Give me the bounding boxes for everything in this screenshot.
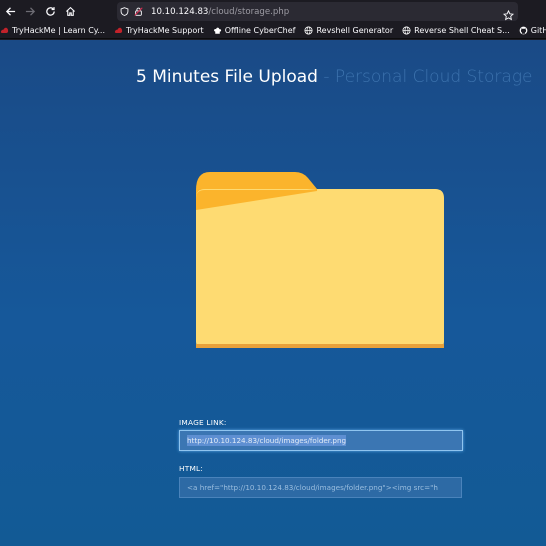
reload-icon <box>45 7 55 16</box>
page-title: 5 Minutes File Upload - Personal Cloud S… <box>136 67 532 87</box>
html-label: HTML: <box>179 464 204 473</box>
folder-bottom-edge <box>196 344 444 348</box>
url-text[interactable]: 10.10.124.83/cloud/storage.php <box>151 7 289 17</box>
github-icon <box>519 26 528 35</box>
image-link-value: http://10.10.124.83/cloud/images/folder.… <box>187 435 347 446</box>
insecure-lock-icon[interactable] <box>131 2 145 21</box>
bookmark-label: Reverse Shell Cheat S... <box>414 26 510 35</box>
bookmark-offline-cyberchef[interactable]: Offline CyberChef <box>213 26 296 35</box>
chef-hat-icon <box>213 26 222 35</box>
image-link-label: IMAGE LINK: <box>179 418 227 427</box>
reload-button[interactable] <box>40 0 60 23</box>
bookmark-label: TryHackMe | Learn Cy... <box>12 26 105 35</box>
home-button[interactable] <box>60 0 80 23</box>
url-path: /cloud/storage.php <box>208 6 290 17</box>
title-main: 5 Minutes File Upload <box>136 67 318 87</box>
bookmark-github[interactable]: GitHub - swi <box>519 26 546 35</box>
bookmark-label: Offline CyberChef <box>224 26 296 35</box>
forward-button[interactable] <box>20 0 40 23</box>
url-host: 10.10.124.83 <box>151 6 209 17</box>
browser-toolbar: 10.10.124.83/cloud/storage.php <box>0 0 546 23</box>
globe-icon <box>304 26 313 35</box>
bookmark-reverse-shell-cheat-sheet[interactable]: Reverse Shell Cheat S... <box>402 26 510 35</box>
url-bar[interactable]: 10.10.124.83/cloud/storage.php <box>117 2 518 21</box>
arrow-right-icon <box>25 7 35 16</box>
folder-image <box>196 172 444 348</box>
bookmark-revshell-generator[interactable]: Revshell Generator <box>304 26 393 35</box>
globe-icon <box>402 26 411 35</box>
tryhackme-icon <box>114 26 123 35</box>
tryhackme-icon <box>0 26 9 35</box>
bookmark-label: TryHackMe Support <box>126 26 204 35</box>
html-value: <a href="http://10.10.124.83/cloud/image… <box>187 483 438 492</box>
bookmark-tryhackme[interactable]: TryHackMe | Learn Cy... <box>0 26 105 35</box>
title-separator: - <box>317 67 335 87</box>
back-button[interactable] <box>0 0 20 23</box>
bookmark-label: Revshell Generator <box>316 26 394 35</box>
bookmark-label: GitHub - swi <box>530 26 546 35</box>
folder-tab <box>196 172 317 190</box>
star-icon <box>502 9 515 21</box>
bookmark-tryhackme-support[interactable]: TryHackMe Support <box>114 26 204 35</box>
arrow-left-icon <box>5 7 15 16</box>
home-icon <box>65 6 75 16</box>
html-input[interactable]: <a href="http://10.10.124.83/cloud/image… <box>179 477 462 498</box>
title-subtitle: Personal Cloud Storage <box>334 67 533 87</box>
bookmarks-bar: TryHackMe | Learn Cy... TryHackMe Suppor… <box>0 23 546 39</box>
folder-body <box>196 189 444 346</box>
page-content: 5 Minutes File Upload - Personal Cloud S… <box>0 40 546 546</box>
bookmark-star-button[interactable] <box>502 6 515 21</box>
shield-icon[interactable] <box>117 2 131 21</box>
image-link-input[interactable]: http://10.10.124.83/cloud/images/folder.… <box>179 430 463 451</box>
